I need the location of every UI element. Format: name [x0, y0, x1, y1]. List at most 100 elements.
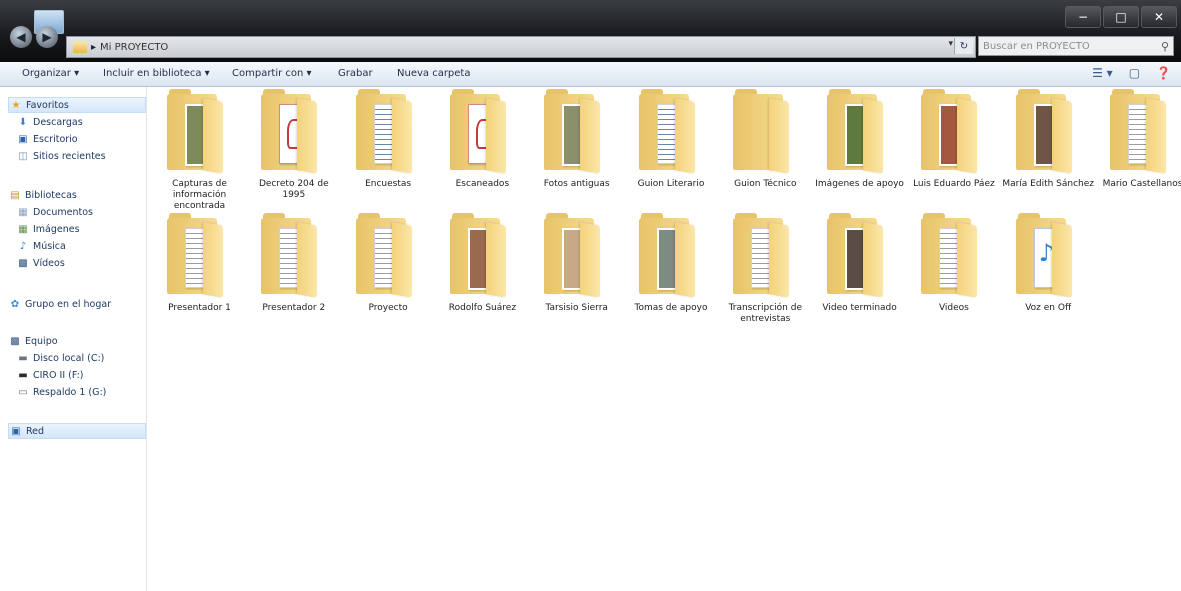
nav-label: Descargas — [33, 116, 83, 128]
include-in-library-button[interactable]: Incluir en biblioteca ▾ — [103, 68, 210, 79]
nav-favorites[interactable]: ★ Favoritos — [8, 97, 146, 113]
nav-drive-c[interactable]: ▬ Disco local (C:) — [8, 350, 154, 366]
folder-item[interactable]: Capturas de información encontrada — [152, 87, 247, 211]
forward-button[interactable]: ▶ — [36, 26, 58, 48]
folder-item[interactable]: Decreto 204 de 1995 — [246, 87, 341, 203]
documents-icon: ▦ — [18, 206, 28, 218]
folder-icon — [449, 89, 514, 174]
breadcrumb-chevron-icon[interactable]: ▸ — [91, 42, 96, 53]
nav-libraries[interactable]: ▤ Bibliotecas — [8, 187, 146, 203]
folder-label: Capturas de información encontrada — [172, 179, 227, 211]
library-icon: ▤ — [10, 189, 20, 201]
nav-label: Equipo — [25, 335, 58, 347]
folder-label: Presentador 1 — [168, 303, 231, 313]
folder-item[interactable]: Mario Castellanos — [1095, 87, 1181, 203]
minimize-button[interactable]: − — [1065, 6, 1101, 28]
folder-icon — [827, 89, 891, 174]
folder-item[interactable]: Escaneados — [435, 87, 530, 203]
folder-icon — [261, 213, 325, 298]
folder-item[interactable]: Luis Eduardo Páez — [906, 87, 1001, 203]
command-bar: Organizar ▾ Incluir en biblioteca ▾ Comp… — [0, 62, 1181, 87]
download-icon: ⬇ — [18, 116, 28, 128]
nav-music[interactable]: ♪ Música — [8, 238, 154, 254]
folder-item[interactable]: Tomas de apoyo — [624, 211, 719, 327]
folder-icon — [638, 213, 703, 298]
folder-item[interactable]: María Edith Sánchez — [1001, 87, 1096, 203]
nav-label: Red — [26, 425, 45, 437]
folder-icon — [355, 213, 420, 298]
folder-item[interactable]: Videos — [906, 211, 1001, 327]
search-icon[interactable]: ⚲ — [1161, 40, 1169, 53]
new-folder-button[interactable]: Nueva carpeta — [397, 68, 470, 79]
nav-buttons: ◀ ▶ — [10, 26, 58, 48]
folder-item[interactable]: Guion Literario — [624, 87, 719, 203]
breadcrumb[interactable]: Mi PROYECTO — [100, 42, 168, 53]
folder-item[interactable]: Presentador 2 — [246, 211, 341, 327]
nav-computer[interactable]: ▩ Equipo — [8, 333, 146, 349]
nav-pictures[interactable]: ▦ Imágenes — [8, 221, 154, 237]
folder-item[interactable]: Fotos antiguas — [529, 87, 624, 203]
folder-item[interactable]: Presentador 1 — [152, 211, 247, 327]
burn-button[interactable]: Grabar — [338, 68, 373, 79]
organize-button[interactable]: Organizar ▾ — [22, 68, 79, 79]
folder-label: Tomas de apoyo — [634, 303, 708, 313]
folder-item[interactable]: Video terminado — [812, 211, 907, 327]
pictures-icon: ▦ — [18, 223, 28, 235]
folder-icon — [921, 89, 985, 174]
folder-item[interactable]: Rodolfo Suárez — [435, 211, 530, 327]
folder-item[interactable]: Tarsisio Sierra — [529, 211, 624, 327]
nav-videos[interactable]: ▩ Vídeos — [8, 255, 154, 271]
folder-label: Mario Castellanos — [1102, 179, 1181, 189]
change-view-icon[interactable]: ☰ ▾ — [1092, 66, 1113, 80]
share-with-button[interactable]: Compartir con ▾ — [232, 68, 312, 79]
folder-label: Encuestas — [365, 179, 412, 189]
preview-pane-icon[interactable]: ▢ — [1129, 66, 1140, 80]
desktop-icon: ▣ — [18, 133, 28, 145]
folder-label: Video terminado — [822, 303, 897, 313]
folder-label: Imágenes de apoyo — [815, 179, 904, 189]
nav-recent[interactable]: ◫ Sitios recientes — [8, 148, 154, 164]
refresh-button[interactable]: ↻ — [954, 38, 973, 54]
nav-label: Documentos — [33, 206, 93, 218]
back-arrow-icon: ◀ — [16, 30, 26, 44]
nav-documents[interactable]: ▦ Documentos — [8, 204, 154, 220]
help-icon[interactable]: ❓ — [1156, 66, 1171, 80]
nav-label: Favoritos — [26, 99, 69, 111]
nav-network[interactable]: ▣ Red — [8, 423, 146, 439]
nav-drive-f[interactable]: ▬ CIRO II (F:) — [8, 367, 154, 383]
folder-item[interactable]: Guion Técnico — [718, 87, 813, 203]
nav-drive-g[interactable]: ▭ Respaldo 1 (G:) — [8, 384, 154, 400]
search-input[interactable]: Buscar en PROYECTO ⚲ — [978, 36, 1174, 56]
maximize-button[interactable]: □ — [1103, 6, 1139, 28]
back-button[interactable]: ◀ — [10, 26, 32, 48]
drive-icon: ▬ — [18, 352, 28, 364]
chevron-down-icon[interactable]: ▾ — [948, 39, 953, 49]
folder-item[interactable]: Encuestas — [341, 87, 436, 203]
folder-icon — [638, 89, 703, 174]
nav-homegroup[interactable]: ✿ Grupo en el hogar — [8, 296, 146, 312]
window-controls: − □ ✕ — [1065, 6, 1177, 28]
nav-desktop[interactable]: ▣ Escritorio — [8, 131, 154, 147]
folder-icon — [544, 213, 608, 298]
folder-icon — [449, 213, 514, 298]
music-icon: ♪ — [19, 240, 27, 252]
folder-label: Guion Literario — [637, 179, 705, 189]
close-button[interactable]: ✕ — [1141, 6, 1177, 28]
nav-downloads[interactable]: ⬇ Descargas — [8, 114, 154, 130]
folder-icon — [355, 89, 420, 174]
folder-item[interactable]: Imágenes de apoyo — [812, 87, 907, 203]
nav-label: Disco local (C:) — [33, 352, 105, 364]
folder-label: Luis Eduardo Páez — [913, 179, 995, 189]
address-bar[interactable]: ▸ Mi PROYECTO ▾ ↻ — [66, 36, 976, 58]
nav-label: Sitios recientes — [33, 150, 106, 162]
folder-view: Capturas de información encontrada Decret… — [147, 87, 1181, 591]
folder-item[interactable]: Transcripción de entrevistas — [718, 211, 813, 327]
folder-icon — [827, 213, 891, 298]
folder-item[interactable]: Voz en Off — [1001, 211, 1096, 327]
folder-item[interactable]: Proyecto — [341, 211, 436, 327]
folder-label: Rodolfo Suárez — [448, 303, 517, 313]
refresh-icon: ↻ — [959, 40, 969, 52]
drive-icon: ▬ — [18, 369, 28, 381]
nav-label: Vídeos — [33, 257, 65, 269]
view-controls: ☰ ▾ ▢ ❓ — [1092, 66, 1171, 80]
